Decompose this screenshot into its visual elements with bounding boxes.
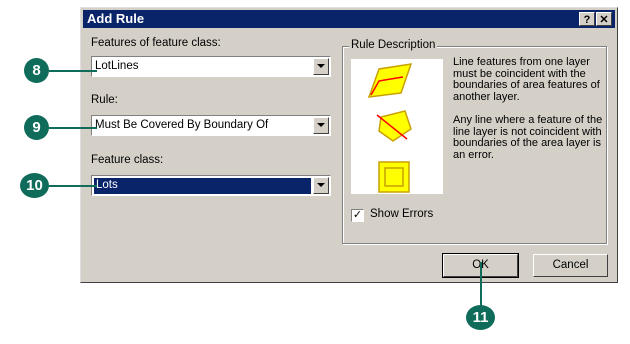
- feature-class-value: Lots: [94, 178, 311, 194]
- rule-dropdown-arrow[interactable]: [313, 117, 329, 134]
- callout-9: 9: [24, 115, 49, 140]
- dialog-title: Add Rule: [87, 11, 145, 26]
- rule-illustration-icon: [367, 63, 413, 193]
- callout-9-leader: [49, 127, 97, 129]
- show-errors-checkbox[interactable]: ✓: [351, 209, 364, 222]
- rule-illustration: [351, 59, 443, 194]
- cancel-button[interactable]: Cancel: [533, 254, 608, 277]
- close-button[interactable]: ✕: [596, 12, 612, 26]
- rule-description-legend: Rule Description: [349, 39, 438, 51]
- rule-label: Rule:: [91, 94, 118, 106]
- features-dropdown-arrow[interactable]: [313, 58, 329, 75]
- rule-value: Must Be Covered By Boundary Of: [95, 119, 269, 131]
- feature-class-combobox[interactable]: Lots: [91, 175, 331, 196]
- help-button[interactable]: ?: [579, 12, 595, 26]
- features-combobox[interactable]: LotLines: [91, 56, 331, 77]
- callout-10-leader: [49, 185, 97, 187]
- rule-description-paragraph-1: Line features from one layer must be coi…: [453, 56, 600, 103]
- feature-class-label: Feature class:: [91, 154, 164, 166]
- callout-8: 8: [24, 58, 49, 83]
- callout-11: 11: [466, 305, 495, 330]
- rule-description-paragraph-2: Any line where a feature of the line lay…: [453, 114, 603, 161]
- feature-class-dropdown-arrow[interactable]: [313, 177, 329, 194]
- callout-11-leader: [480, 262, 482, 306]
- show-errors-label: Show Errors: [370, 208, 434, 220]
- callout-8-leader: [49, 70, 97, 72]
- rule-description-text: Line features from one layer must be coi…: [453, 56, 603, 173]
- title-bar: Add Rule ? ✕: [83, 10, 615, 28]
- add-rule-dialog: Add Rule ? ✕ Features of feature class: …: [80, 7, 618, 283]
- rule-combobox[interactable]: Must Be Covered By Boundary Of: [91, 115, 331, 136]
- rule-description-group: Rule Description Line features from one …: [342, 39, 607, 244]
- features-label: Features of feature class:: [91, 37, 221, 49]
- callout-10: 10: [20, 173, 49, 198]
- features-value: LotLines: [95, 60, 139, 72]
